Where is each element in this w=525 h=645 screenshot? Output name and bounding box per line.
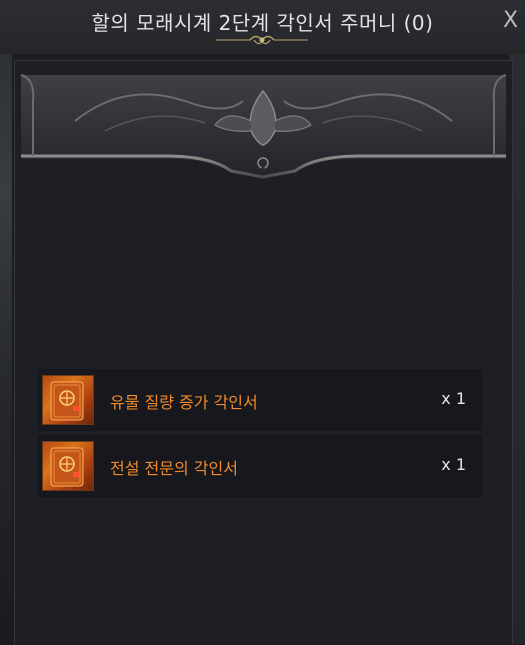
background-left-edge bbox=[0, 0, 12, 644]
engraving-book-icon bbox=[42, 441, 94, 491]
ornate-header-decoration bbox=[20, 73, 507, 179]
bag-panel: 유물 질량 증가 각인서 x 1 전설 전문의 각인서 x 1 bbox=[14, 60, 513, 645]
title-ornament-icon bbox=[216, 35, 308, 45]
window-titlebar[interactable]: 할의 모래시계 2단계 각인서 주머니 (0) X bbox=[0, 0, 525, 54]
item-quantity: x 1 bbox=[441, 389, 466, 408]
item-name: 전설 전문의 각인서 bbox=[110, 459, 238, 478]
item-name: 유물 질량 증가 각인서 bbox=[110, 393, 258, 412]
list-item[interactable]: 전설 전문의 각인서 x 1 bbox=[38, 435, 482, 497]
close-button[interactable]: X bbox=[503, 6, 525, 36]
list-item[interactable]: 유물 질량 증가 각인서 x 1 bbox=[38, 369, 482, 431]
engraving-book-icon bbox=[42, 375, 94, 425]
item-quantity: x 1 bbox=[441, 455, 466, 474]
